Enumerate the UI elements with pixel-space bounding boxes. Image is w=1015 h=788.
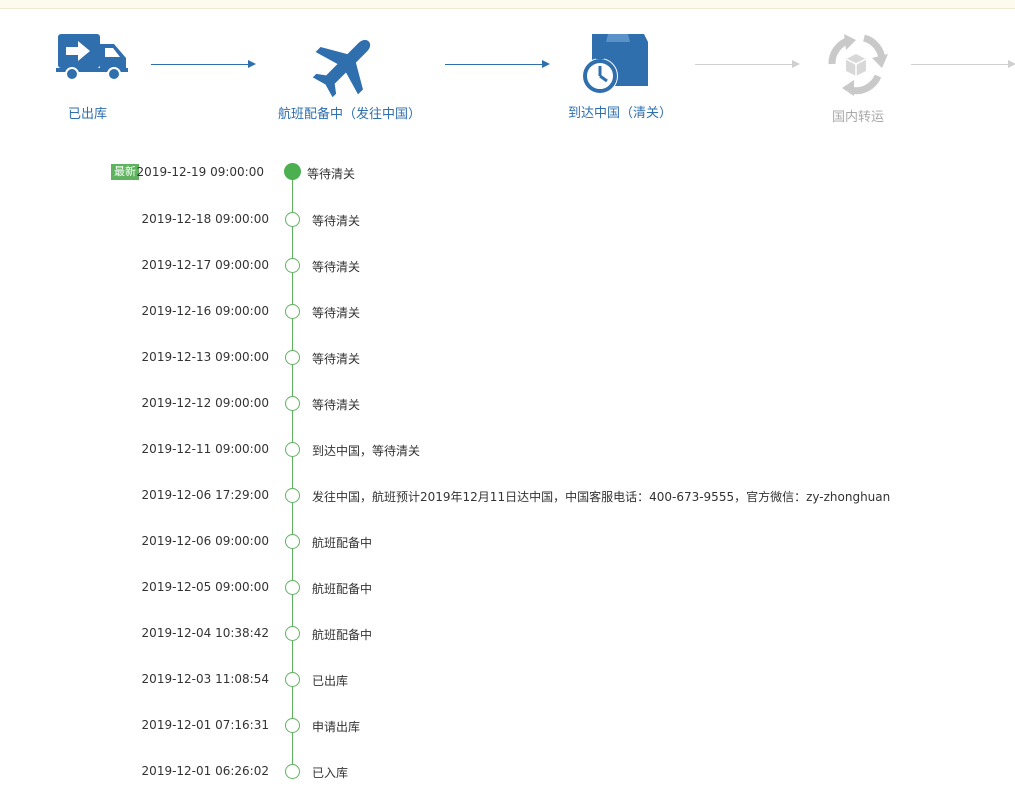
event-date: 2019-12-04 10:38:42 <box>141 626 269 640</box>
timeline-row: 2019-12-13 09:00:00 等待清关 <box>0 348 1015 368</box>
event-dot <box>285 396 300 411</box>
step-label-domestic-transfer: 国内转运 <box>832 110 885 125</box>
event-dot <box>285 534 300 549</box>
event-desc: 等待清关 <box>307 167 356 181</box>
timeline-row: 2019-12-06 17:29:00 发往中国，航班预计2019年12月11日… <box>0 486 1015 506</box>
event-date: 2019-12-01 07:16:31 <box>141 718 269 732</box>
event-date: 2019-12-05 09:00:00 <box>141 580 269 594</box>
event-dot <box>285 488 300 503</box>
step-arrow-2 <box>445 60 550 68</box>
timeline-row: 2019-12-17 09:00:00 等待清关 <box>0 256 1015 276</box>
event-desc: 等待清关 <box>312 352 361 366</box>
event-desc: 到达中国，等待清关 <box>312 444 421 458</box>
step-arrow-4 <box>911 60 1015 68</box>
current-status-dot <box>284 163 301 180</box>
box-stopwatch-icon <box>582 34 648 94</box>
event-date: 2019-12-06 09:00:00 <box>141 534 269 548</box>
event-date: 2019-12-06 17:29:00 <box>141 488 269 502</box>
event-desc: 航班配备中 <box>312 628 373 642</box>
step-label-shipped: 已出库 <box>68 107 108 122</box>
event-desc: 等待清关 <box>312 214 361 228</box>
event-date: 2019-12-03 11:08:54 <box>141 672 269 686</box>
timeline-row: 2019-12-03 11:08:54 已出库 <box>0 670 1015 690</box>
timeline-row: 2019-12-12 09:00:00 等待清关 <box>0 394 1015 414</box>
truck-arrow-icon <box>56 34 128 81</box>
event-desc: 等待清关 <box>312 398 361 412</box>
event-date: 2019-12-17 09:00:00 <box>141 258 269 272</box>
timeline-row: 2019-12-18 09:00:00 等待清关 <box>0 210 1015 230</box>
event-desc: 等待清关 <box>312 260 361 274</box>
event-desc: 发往中国，航班预计2019年12月11日达中国，中国客服电话：400-673-9… <box>312 490 891 504</box>
event-desc: 申请出库 <box>312 720 361 734</box>
event-dot <box>285 442 300 457</box>
event-dot <box>285 672 300 687</box>
event-date: 2019-12-12 09:00:00 <box>141 396 269 410</box>
event-desc: 航班配备中 <box>312 582 373 596</box>
timeline-row-latest: 最新 2019-12-19 09:00:00 等待清关 <box>0 163 1015 183</box>
timeline-row: 2019-12-05 09:00:00 航班配备中 <box>0 578 1015 598</box>
event-desc: 已入库 <box>312 766 349 780</box>
event-date: 2019-12-01 06:26:02 <box>141 764 269 778</box>
timeline-row: 2019-12-11 09:00:00 到达中国，等待清关 <box>0 440 1015 460</box>
top-notice-bar <box>0 0 1015 9</box>
timeline-row: 2019-12-16 09:00:00 等待清关 <box>0 302 1015 322</box>
transfer-cycle-icon <box>828 34 888 96</box>
event-dot <box>285 764 300 779</box>
event-dot <box>285 258 300 273</box>
event-desc: 已出库 <box>312 674 349 688</box>
event-date: 2019-12-16 09:00:00 <box>141 304 269 318</box>
event-dot <box>285 304 300 319</box>
timeline-row: 2019-12-04 10:38:42 航班配备中 <box>0 624 1015 644</box>
event-date: 2019-12-11 09:00:00 <box>141 442 269 456</box>
event-dot <box>285 212 300 227</box>
timeline-row: 2019-12-01 06:26:02 已入库 <box>0 762 1015 782</box>
timeline-row: 2019-12-01 07:16:31 申请出库 <box>0 716 1015 736</box>
event-dot <box>285 718 300 733</box>
latest-badge: 最新 <box>111 164 139 180</box>
event-date: 2019-12-13 09:00:00 <box>141 350 269 364</box>
timeline-row: 2019-12-06 09:00:00 航班配备中 <box>0 532 1015 552</box>
step-arrow-1 <box>151 60 256 68</box>
event-desc: 等待清关 <box>312 306 361 320</box>
step-label-flight: 航班配备中（发往中国） <box>278 107 422 122</box>
event-date: 2019-12-18 09:00:00 <box>141 212 269 226</box>
event-desc: 航班配备中 <box>312 536 373 550</box>
event-date: 2019-12-19 09:00:00 <box>136 165 264 179</box>
airplane-icon <box>312 39 371 98</box>
step-label-arrived: 到达中国（清关） <box>568 106 673 121</box>
event-dot <box>285 580 300 595</box>
step-arrow-3 <box>695 60 800 68</box>
event-dot <box>285 626 300 641</box>
event-dot <box>285 350 300 365</box>
